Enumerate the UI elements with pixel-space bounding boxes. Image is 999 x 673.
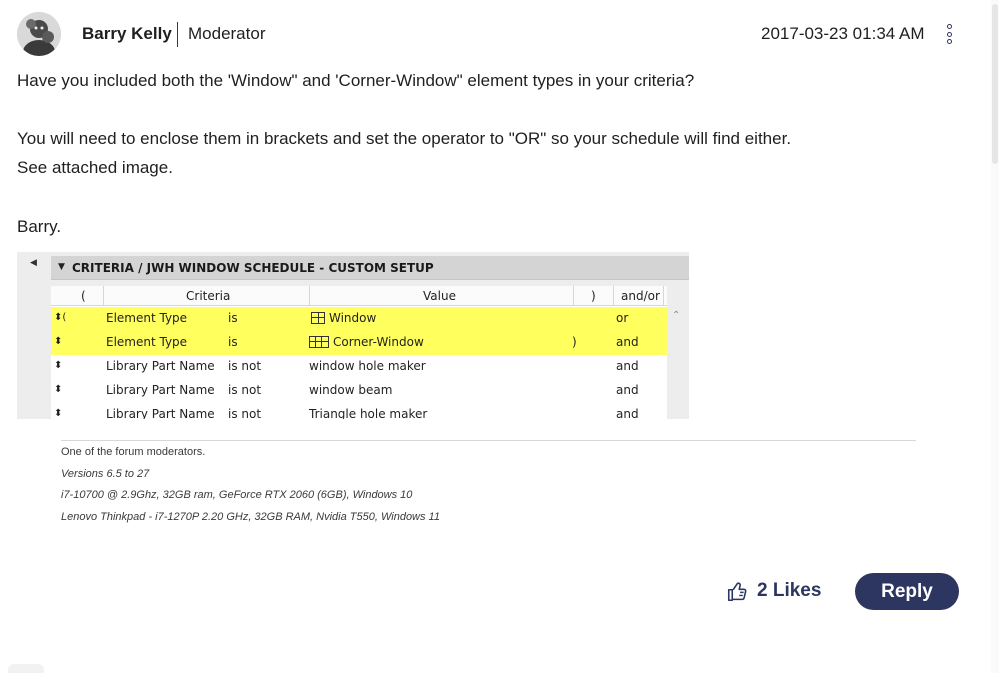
value-cell: Corner-Window xyxy=(309,335,424,349)
andor-cell: or xyxy=(616,311,629,325)
table-row: ⬍ Library Part Name is not Triangle hole… xyxy=(51,403,667,419)
andor-cell: and xyxy=(616,383,639,397)
signature-line: Versions 6.5 to 27 xyxy=(61,468,150,480)
andor-cell: and xyxy=(616,359,639,373)
criteria-cell: Element Type xyxy=(106,311,188,325)
signature-divider xyxy=(61,440,916,441)
role-divider xyxy=(177,22,178,47)
column-header: and/or xyxy=(621,289,660,303)
post-paragraph: See attached image. xyxy=(17,158,173,177)
criteria-cell: Library Part Name xyxy=(106,407,215,419)
value-cell: window hole maker xyxy=(309,359,426,373)
expand-triangle-icon: ▼ xyxy=(58,262,65,272)
operator-cell: is xyxy=(228,311,238,325)
table-row: ⬍ Element Type is Corner-Window ) and xyxy=(51,331,667,355)
avatar-image xyxy=(17,12,61,56)
next-post-edge xyxy=(8,664,44,673)
value-cell: window beam xyxy=(309,383,393,397)
post-paragraph: Barry. xyxy=(17,217,62,236)
operator-cell: is not xyxy=(228,383,262,397)
corner-window-icon xyxy=(309,336,329,348)
signature-line: i7-10700 @ 2.9Ghz, 32GB ram, GeForce RTX… xyxy=(61,489,413,501)
operator-cell: is xyxy=(228,335,238,349)
column-header: ) xyxy=(591,289,596,303)
criteria-table: ( Criteria Value ) and/or ⬍( Element Typ… xyxy=(51,286,667,419)
reply-button[interactable]: Reply xyxy=(855,573,959,610)
author-role: Moderator xyxy=(188,24,266,43)
attached-image[interactable]: ◀ ▼ CRITERIA / JWH WINDOW SCHEDULE - CUS… xyxy=(17,252,689,419)
row-drag-handle: ⬍ xyxy=(54,360,63,371)
column-header: Value xyxy=(423,289,456,303)
table-row: ⬍( Element Type is Window or xyxy=(51,307,667,331)
criteria-table-header: ( Criteria Value ) and/or xyxy=(51,286,667,306)
forum-post: Barry Kelly Moderator 2017-03-23 01:34 A… xyxy=(0,0,999,673)
scrollbar[interactable] xyxy=(991,0,999,673)
avatar[interactable] xyxy=(17,12,61,56)
likes-count: 2 Likes xyxy=(757,580,822,601)
criteria-panel-title: CRITERIA / JWH WINDOW SCHEDULE - CUSTOM … xyxy=(72,261,434,275)
table-row: ⬍ Library Part Name is not window hole m… xyxy=(51,355,667,379)
post-paragraph: You will need to enclose them in bracket… xyxy=(17,129,792,148)
window-icon xyxy=(311,312,325,324)
column-header: ( xyxy=(81,289,86,303)
value-cell: Window xyxy=(311,311,376,325)
andor-cell: and xyxy=(616,335,639,349)
kebab-menu-icon[interactable] xyxy=(942,22,956,46)
collapse-arrow-icon: ◀ xyxy=(30,258,37,268)
criteria-cell: Library Part Name xyxy=(106,383,215,397)
scrollbar-thumb[interactable] xyxy=(992,4,998,164)
andor-cell: and xyxy=(616,407,639,419)
value-cell: Triangle hole maker xyxy=(309,407,428,419)
criteria-cell: Library Part Name xyxy=(106,359,215,373)
row-drag-handle: ⬍ xyxy=(54,336,63,347)
signature-line: One of the forum moderators. xyxy=(61,446,206,458)
row-drag-handle: ⬍ xyxy=(54,408,63,419)
signature-line: Lenovo Thinkpad - i7-1270P 2.20 GHz, 32G… xyxy=(61,511,440,523)
thumbs-up-icon xyxy=(727,581,747,601)
chevron-up-icon: ⌃ xyxy=(672,310,681,321)
operator-cell: is not xyxy=(228,407,262,419)
table-row: ⬍ Library Part Name is not window beam a… xyxy=(51,379,667,403)
post-timestamp: 2017-03-23 01:34 AM xyxy=(761,24,925,43)
close-bracket-cell: ) xyxy=(572,335,577,349)
likes-button[interactable]: 2 Likes xyxy=(727,580,821,602)
criteria-panel-header: ▼ CRITERIA / JWH WINDOW SCHEDULE - CUSTO… xyxy=(51,256,689,280)
operator-cell: is not xyxy=(228,359,262,373)
post-paragraph: Have you included both the 'Window" and … xyxy=(17,71,695,90)
column-header: Criteria xyxy=(186,289,231,303)
criteria-cell: Element Type xyxy=(106,335,188,349)
row-drag-handle: ⬍( xyxy=(54,312,67,323)
row-drag-handle: ⬍ xyxy=(54,384,63,395)
author-name[interactable]: Barry Kelly xyxy=(82,24,172,44)
